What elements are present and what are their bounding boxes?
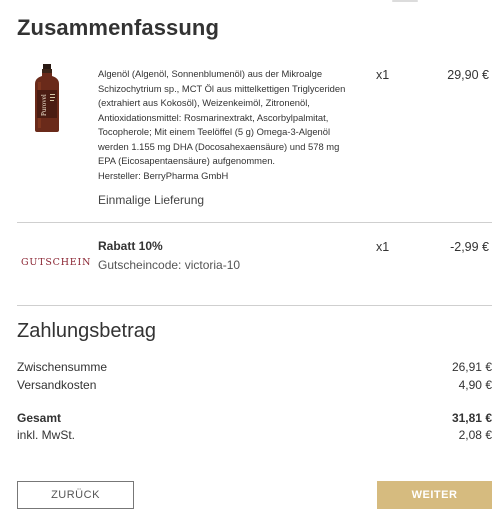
delivery-type: Einmalige Lieferung [98, 193, 205, 207]
product-description: Algenöl (Algenöl, Sonnenblumenöl) aus de… [98, 67, 362, 183]
divider [17, 305, 492, 306]
bottle-icon: Purovel [35, 64, 59, 132]
summary-title: Zusammenfassung [17, 15, 219, 40]
voucher-logo: GUTSCHEIN [21, 257, 92, 268]
description-line: EPA (Eicosapentaensäure) aufgenommen. [98, 155, 276, 166]
voucher-code: Gutscheincode: victoria-10 [98, 258, 241, 272]
back-button[interactable]: ZURÜCK [17, 481, 134, 509]
subtotal-label: Zwischensumme [17, 360, 108, 374]
product-brand-label: Purovel [40, 94, 48, 116]
description-line: Algenöl (Algenöl, Sonnenblumenöl) aus de… [98, 68, 323, 79]
svg-text:Purovel: Purovel [40, 94, 48, 116]
discount-price: -2,99 € [450, 240, 489, 254]
description-line: werden 1.155 mg DHA (Docosahexaensäure) … [98, 140, 340, 152]
description-line: (extrahiert aus Kokosöl), Weizenkeimöl, … [98, 97, 310, 108]
description-line: Tocopherole; Mit einem Teelöffel (5 g) O… [98, 126, 331, 137]
discount-quantity: x1 [376, 240, 390, 254]
vat-value: 2,08 € [458, 428, 492, 442]
total-value: 31,81 € [451, 411, 492, 425]
vat-label: inkl. MwSt. [17, 428, 76, 442]
description-line: Antioxidationsmittel: Rosmarinextrakt, A… [98, 111, 329, 123]
product-price: 29,90 € [447, 68, 489, 82]
product-quantity: x1 [376, 68, 390, 82]
discount-title: Rabatt 10% [98, 239, 163, 253]
shipping-label: Versandkosten [17, 378, 97, 392]
description-line: Schizochytrium sp., MCT Öl aus mittelket… [98, 82, 346, 94]
next-button[interactable]: WEITER [377, 481, 492, 509]
subtotal-value: 26,91 € [451, 360, 492, 374]
product-image: Purovel [30, 64, 64, 132]
header-shadow [392, 0, 418, 2]
payment-title: Zahlungsbetrag [17, 320, 156, 342]
shipping-value: 4,90 € [458, 378, 492, 392]
manufacturer-line: Hersteller: BerryPharma GmbH [98, 169, 229, 181]
divider [17, 222, 492, 223]
total-label: Gesamt [17, 411, 62, 425]
